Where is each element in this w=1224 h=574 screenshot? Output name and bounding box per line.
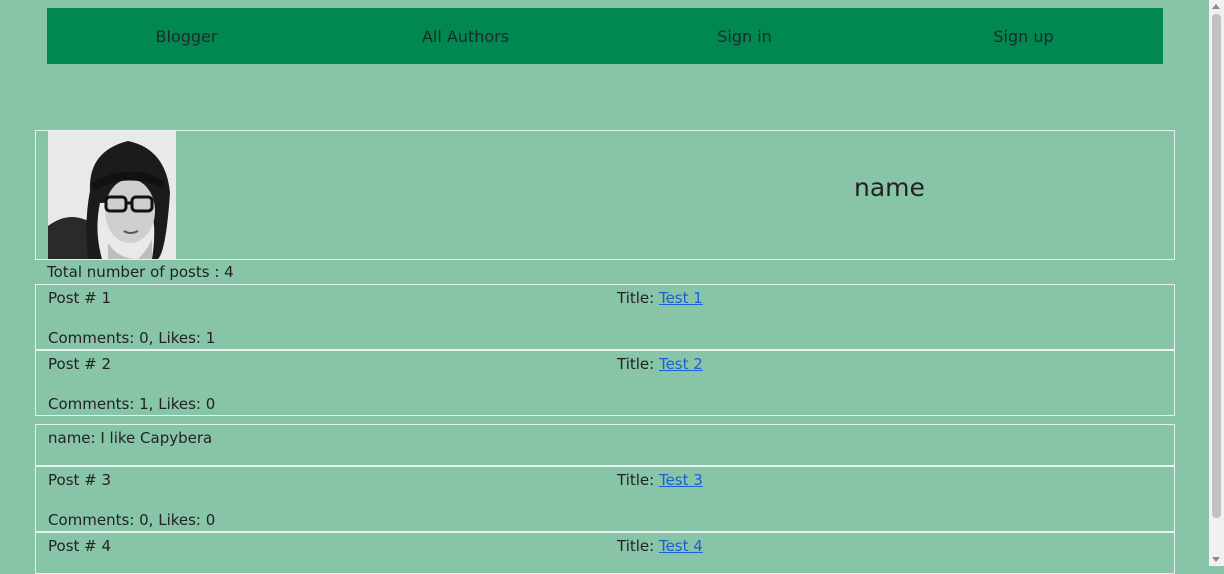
navbar: Blogger All Authors Sign in Sign up [47,8,1163,64]
post-title-label: Title: [617,289,659,307]
post-title-link[interactable]: Test 4 [659,537,703,555]
post-title-link[interactable]: Test 2 [659,355,703,373]
post-meta: Comments: 0, Likes: 0 [48,511,216,529]
post-row: Post # 2 Title: Test 2 Comments: 1, Like… [35,350,1175,416]
post-number: Post # 1 [48,289,112,307]
profile-name: name [854,173,925,202]
post-row: Post # 1 Title: Test 1 Comments: 0, Like… [35,284,1175,350]
scroll-up-icon[interactable] [1212,4,1220,9]
post-title-link[interactable]: Test 1 [659,289,703,307]
avatar-photo [48,131,176,259]
scroll-down-icon[interactable] [1212,557,1220,562]
total-posts: Total number of posts : 4 [47,263,234,281]
post-number: Post # 2 [48,355,112,373]
comment-box: name: I like Capybera [35,424,1175,466]
avatar [48,131,176,259]
comment-text: name: I like Capybera [48,429,213,447]
post-meta: Comments: 1, Likes: 0 [48,395,216,413]
nav-all-authors[interactable]: All Authors [326,27,605,46]
post-meta: Comments: 0, Likes: 1 [48,329,216,347]
post-title-label: Title: [617,537,659,555]
post-title: Title: Test 3 [617,471,703,489]
scroll-thumb[interactable] [1212,14,1221,518]
nav-sign-in[interactable]: Sign in [605,27,884,46]
post-title: Title: Test 2 [617,355,703,373]
post-title: Title: Test 1 [617,289,703,307]
post-title-link[interactable]: Test 3 [659,471,703,489]
post-row: Post # 3 Title: Test 3 Comments: 0, Like… [35,466,1175,532]
post-number: Post # 3 [48,471,112,489]
profile-card: name [35,130,1175,260]
scrollbar[interactable] [1209,0,1224,566]
post-title: Title: Test 4 [617,537,703,555]
post-title-label: Title: [617,471,659,489]
post-row: Post # 4 Title: Test 4 [35,532,1175,574]
nav-sign-up[interactable]: Sign up [884,27,1163,46]
post-title-label: Title: [617,355,659,373]
nav-blogger[interactable]: Blogger [47,27,326,46]
post-number: Post # 4 [48,537,112,555]
